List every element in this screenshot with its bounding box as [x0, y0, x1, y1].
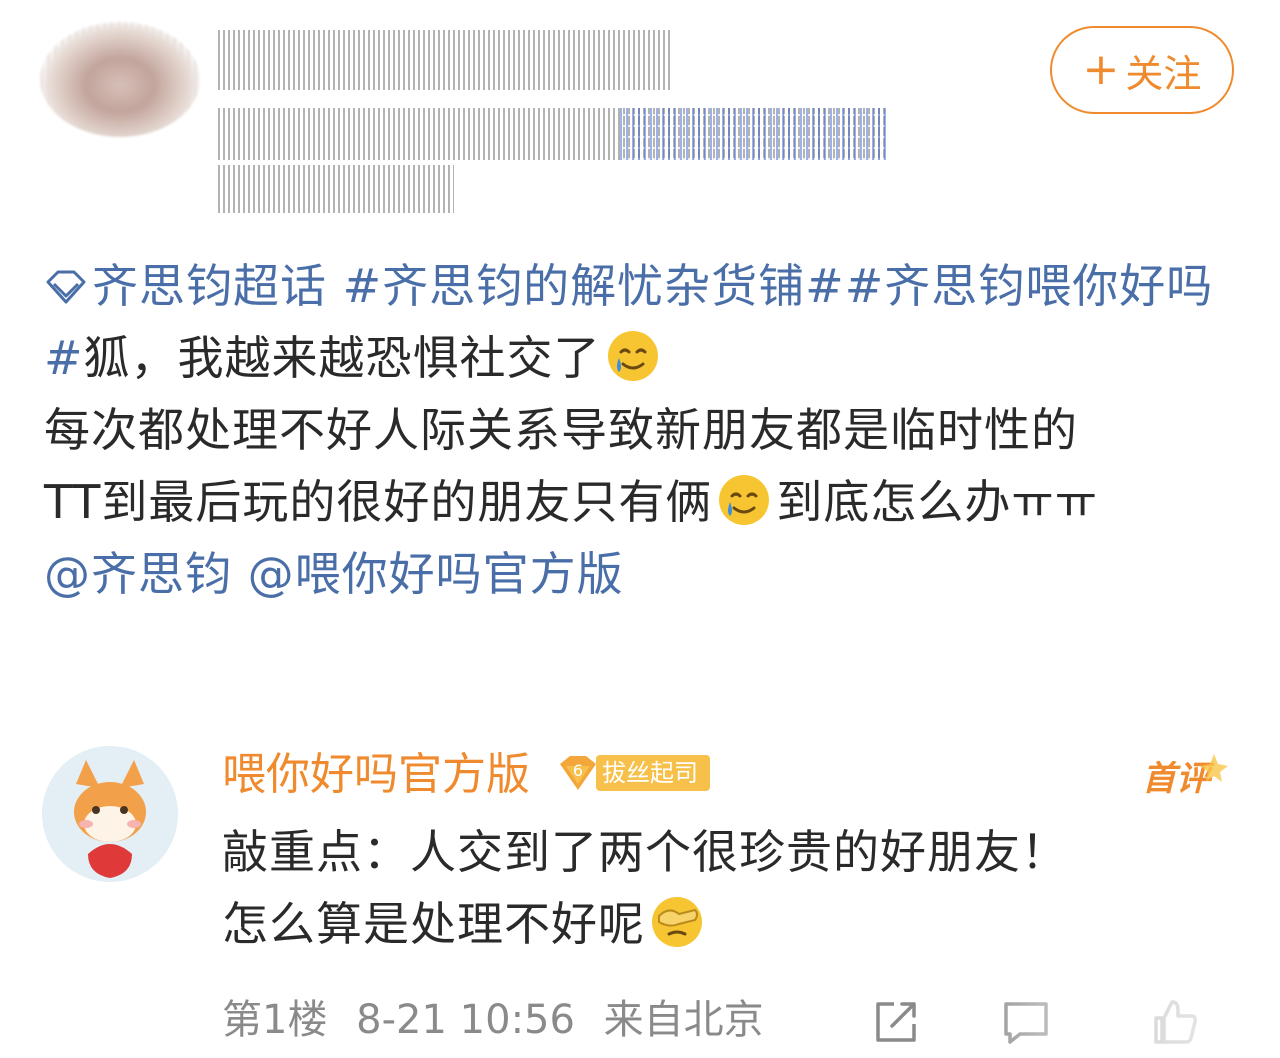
post-text-3b: 到底怎么办ㅠㅠ — [776, 475, 1099, 529]
mention-link-2[interactable]: @喂你好吗官方版 — [248, 547, 624, 601]
comment-actions — [860, 990, 1280, 1058]
comment-time: 8-21 10:56 — [356, 997, 575, 1043]
author-avatar-blurred[interactable] — [40, 22, 200, 137]
super-topic-diamond-icon — [46, 270, 86, 304]
comment-location: 来自北京 — [603, 997, 764, 1043]
commenter-avatar[interactable] — [42, 746, 178, 882]
follow-button[interactable]: + 关注 — [1050, 26, 1234, 114]
comment-meta: 第1楼 8-21 10:56 来自北京 — [222, 992, 780, 1048]
smiling-with-tear-emoji-2 — [719, 475, 770, 525]
share-icon[interactable] — [870, 996, 922, 1048]
comment-line-1: 敲重点：人交到了两个很珍贵的好朋友！ — [222, 825, 1068, 879]
post-source-mosaic — [620, 108, 888, 160]
fan-badge[interactable]: 6 拔丝起司 — [556, 752, 710, 794]
like-icon[interactable] — [1150, 996, 1202, 1048]
topic-link-1[interactable]: #齐思钧的解忧杂货铺# — [343, 259, 845, 313]
post-header: + 关注 — [0, 0, 1280, 230]
first-comment-stamp-icon: 首评 — [1142, 754, 1228, 799]
post-line-2: 每次都处理不好人际关系导致新朋友都是临时性的 — [44, 403, 1078, 457]
post-meta-mosaic-2 — [218, 165, 454, 213]
first-comment-badge: 首评 — [1136, 744, 1236, 808]
author-name-mosaic — [218, 30, 670, 90]
post-line-3: TT到最后玩的很好的朋友只有俩 到底怎么办ㅠㅠ — [44, 466, 1244, 538]
follow-label: 关注 — [1125, 51, 1202, 96]
fan-level-icon: 6 — [560, 756, 596, 790]
comment-icon[interactable] — [1000, 996, 1052, 1048]
comment-text: 敲重点：人交到了两个很珍贵的好朋友！ 怎么算是处理不好呢 — [222, 816, 1222, 960]
post-mentions: @齐思钧 @喂你好吗官方版 — [44, 538, 1244, 610]
facepalm-emoji — [652, 897, 702, 947]
fox-avatar-icon — [42, 746, 178, 882]
post-text-3a: TT到最后玩的很好的朋友只有俩 — [44, 475, 713, 529]
svg-text:首评: 首评 — [1142, 759, 1215, 799]
super-topic-link[interactable]: 齐思钧超话 — [44, 259, 327, 313]
svg-text:6: 6 — [573, 761, 583, 780]
comment-floor: 第1楼 — [222, 997, 328, 1043]
plus-icon: + — [1082, 44, 1120, 95]
comment-line-2: 怎么算是处理不好呢 — [222, 888, 1222, 960]
fan-badge-label: 拔丝起司 — [596, 755, 710, 791]
post-text-1: 狐，我越来越恐惧社交了 — [83, 331, 601, 385]
commenter-name[interactable]: 喂你好吗官方版 — [222, 742, 530, 808]
post-body: 齐思钧超话 #齐思钧的解忧杂货铺##齐思钧喂你好吗#狐，我越来越恐惧社交了 每次… — [44, 250, 1244, 610]
post-line-1: 齐思钧超话 #齐思钧的解忧杂货铺##齐思钧喂你好吗#狐，我越来越恐惧社交了 — [44, 250, 1244, 394]
mention-link-1[interactable]: @齐思钧 — [44, 547, 232, 601]
super-topic-label: 齐思钧超话 — [92, 259, 327, 313]
smiling-with-tear-emoji — [607, 331, 658, 381]
comment-text-2: 怎么算是处理不好呢 — [222, 897, 645, 951]
